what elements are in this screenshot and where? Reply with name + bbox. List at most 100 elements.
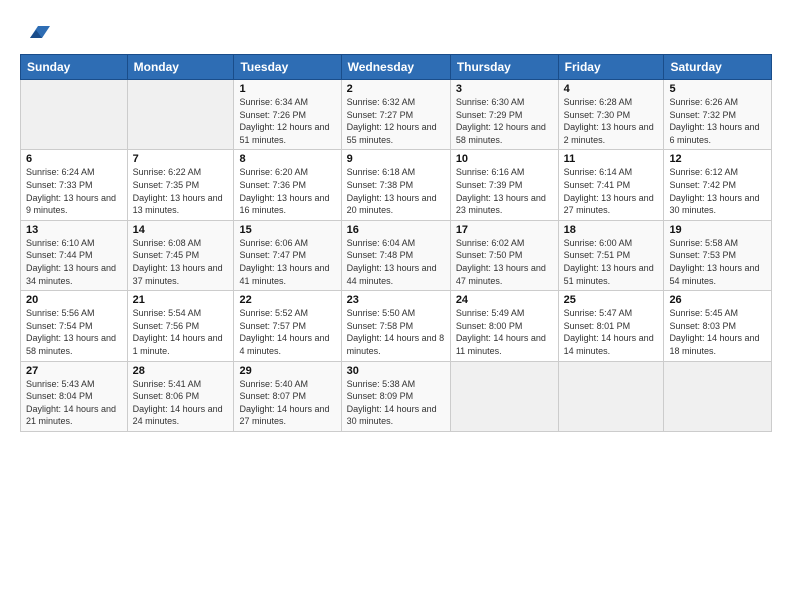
weekday-header-sunday: Sunday: [21, 55, 128, 80]
calendar-cell: 29Sunrise: 5:40 AMSunset: 8:07 PMDayligh…: [234, 361, 341, 431]
day-number: 18: [564, 224, 659, 236]
day-info: Sunrise: 6:32 AMSunset: 7:27 PMDaylight:…: [347, 96, 445, 146]
day-info: Sunrise: 6:00 AMSunset: 7:51 PMDaylight:…: [564, 237, 659, 287]
day-info: Sunrise: 5:47 AMSunset: 8:01 PMDaylight:…: [564, 307, 659, 357]
calendar-cell: 10Sunrise: 6:16 AMSunset: 7:39 PMDayligh…: [450, 150, 558, 220]
week-row-2: 13Sunrise: 6:10 AMSunset: 7:44 PMDayligh…: [21, 220, 772, 290]
calendar-cell: 28Sunrise: 5:41 AMSunset: 8:06 PMDayligh…: [127, 361, 234, 431]
weekday-header-saturday: Saturday: [664, 55, 772, 80]
weekday-header-thursday: Thursday: [450, 55, 558, 80]
day-info: Sunrise: 5:40 AMSunset: 8:07 PMDaylight:…: [239, 378, 335, 428]
day-info: Sunrise: 6:28 AMSunset: 7:30 PMDaylight:…: [564, 96, 659, 146]
calendar-table: SundayMondayTuesdayWednesdayThursdayFrid…: [20, 54, 772, 432]
day-info: Sunrise: 6:18 AMSunset: 7:38 PMDaylight:…: [347, 166, 445, 216]
calendar-cell: 20Sunrise: 5:56 AMSunset: 7:54 PMDayligh…: [21, 291, 128, 361]
calendar-cell: 11Sunrise: 6:14 AMSunset: 7:41 PMDayligh…: [558, 150, 664, 220]
weekday-header-monday: Monday: [127, 55, 234, 80]
day-number: 15: [239, 224, 335, 236]
calendar-cell: 9Sunrise: 6:18 AMSunset: 7:38 PMDaylight…: [341, 150, 450, 220]
day-info: Sunrise: 5:54 AMSunset: 7:56 PMDaylight:…: [133, 307, 229, 357]
calendar-cell: 8Sunrise: 6:20 AMSunset: 7:36 PMDaylight…: [234, 150, 341, 220]
day-number: 5: [669, 83, 766, 95]
calendar-cell: 25Sunrise: 5:47 AMSunset: 8:01 PMDayligh…: [558, 291, 664, 361]
day-number: 27: [26, 365, 122, 377]
week-row-0: 1Sunrise: 6:34 AMSunset: 7:26 PMDaylight…: [21, 80, 772, 150]
day-info: Sunrise: 5:49 AMSunset: 8:00 PMDaylight:…: [456, 307, 553, 357]
calendar-cell: 3Sunrise: 6:30 AMSunset: 7:29 PMDaylight…: [450, 80, 558, 150]
calendar-cell: [450, 361, 558, 431]
calendar-cell: 1Sunrise: 6:34 AMSunset: 7:26 PMDaylight…: [234, 80, 341, 150]
day-info: Sunrise: 6:12 AMSunset: 7:42 PMDaylight:…: [669, 166, 766, 216]
calendar-cell: 26Sunrise: 5:45 AMSunset: 8:03 PMDayligh…: [664, 291, 772, 361]
day-info: Sunrise: 6:34 AMSunset: 7:26 PMDaylight:…: [239, 96, 335, 146]
page: SundayMondayTuesdayWednesdayThursdayFrid…: [0, 0, 792, 612]
day-info: Sunrise: 6:20 AMSunset: 7:36 PMDaylight:…: [239, 166, 335, 216]
day-info: Sunrise: 5:45 AMSunset: 8:03 PMDaylight:…: [669, 307, 766, 357]
calendar-cell: 19Sunrise: 5:58 AMSunset: 7:53 PMDayligh…: [664, 220, 772, 290]
weekday-header-tuesday: Tuesday: [234, 55, 341, 80]
calendar-cell: 23Sunrise: 5:50 AMSunset: 7:58 PMDayligh…: [341, 291, 450, 361]
day-number: 28: [133, 365, 229, 377]
day-info: Sunrise: 6:16 AMSunset: 7:39 PMDaylight:…: [456, 166, 553, 216]
calendar-cell: 30Sunrise: 5:38 AMSunset: 8:09 PMDayligh…: [341, 361, 450, 431]
day-info: Sunrise: 5:38 AMSunset: 8:09 PMDaylight:…: [347, 378, 445, 428]
day-info: Sunrise: 6:06 AMSunset: 7:47 PMDaylight:…: [239, 237, 335, 287]
calendar-cell: 14Sunrise: 6:08 AMSunset: 7:45 PMDayligh…: [127, 220, 234, 290]
calendar-cell: 6Sunrise: 6:24 AMSunset: 7:33 PMDaylight…: [21, 150, 128, 220]
week-row-1: 6Sunrise: 6:24 AMSunset: 7:33 PMDaylight…: [21, 150, 772, 220]
day-info: Sunrise: 6:14 AMSunset: 7:41 PMDaylight:…: [564, 166, 659, 216]
day-number: 1: [239, 83, 335, 95]
calendar-cell: 13Sunrise: 6:10 AMSunset: 7:44 PMDayligh…: [21, 220, 128, 290]
day-number: 2: [347, 83, 445, 95]
day-number: 12: [669, 153, 766, 165]
day-number: 10: [456, 153, 553, 165]
logo-icon: [22, 16, 50, 44]
calendar-cell: 12Sunrise: 6:12 AMSunset: 7:42 PMDayligh…: [664, 150, 772, 220]
calendar-cell: 21Sunrise: 5:54 AMSunset: 7:56 PMDayligh…: [127, 291, 234, 361]
day-info: Sunrise: 6:24 AMSunset: 7:33 PMDaylight:…: [26, 166, 122, 216]
weekday-header-friday: Friday: [558, 55, 664, 80]
day-number: 29: [239, 365, 335, 377]
calendar-cell: [21, 80, 128, 150]
day-info: Sunrise: 6:26 AMSunset: 7:32 PMDaylight:…: [669, 96, 766, 146]
day-number: 14: [133, 224, 229, 236]
day-number: 11: [564, 153, 659, 165]
day-number: 26: [669, 294, 766, 306]
calendar-cell: 22Sunrise: 5:52 AMSunset: 7:57 PMDayligh…: [234, 291, 341, 361]
day-number: 21: [133, 294, 229, 306]
day-number: 20: [26, 294, 122, 306]
day-info: Sunrise: 6:02 AMSunset: 7:50 PMDaylight:…: [456, 237, 553, 287]
day-number: 22: [239, 294, 335, 306]
day-info: Sunrise: 5:56 AMSunset: 7:54 PMDaylight:…: [26, 307, 122, 357]
day-number: 30: [347, 365, 445, 377]
day-number: 25: [564, 294, 659, 306]
calendar-cell: [558, 361, 664, 431]
calendar-cell: 17Sunrise: 6:02 AMSunset: 7:50 PMDayligh…: [450, 220, 558, 290]
day-number: 16: [347, 224, 445, 236]
day-number: 8: [239, 153, 335, 165]
day-info: Sunrise: 6:08 AMSunset: 7:45 PMDaylight:…: [133, 237, 229, 287]
day-number: 13: [26, 224, 122, 236]
week-row-4: 27Sunrise: 5:43 AMSunset: 8:04 PMDayligh…: [21, 361, 772, 431]
day-info: Sunrise: 5:52 AMSunset: 7:57 PMDaylight:…: [239, 307, 335, 357]
calendar-cell: 7Sunrise: 6:22 AMSunset: 7:35 PMDaylight…: [127, 150, 234, 220]
calendar-cell: 4Sunrise: 6:28 AMSunset: 7:30 PMDaylight…: [558, 80, 664, 150]
day-number: 17: [456, 224, 553, 236]
day-number: 3: [456, 83, 553, 95]
calendar-cell: 16Sunrise: 6:04 AMSunset: 7:48 PMDayligh…: [341, 220, 450, 290]
calendar-cell: 5Sunrise: 6:26 AMSunset: 7:32 PMDaylight…: [664, 80, 772, 150]
day-info: Sunrise: 5:43 AMSunset: 8:04 PMDaylight:…: [26, 378, 122, 428]
calendar-cell: 18Sunrise: 6:00 AMSunset: 7:51 PMDayligh…: [558, 220, 664, 290]
calendar-cell: [664, 361, 772, 431]
weekday-header-row: SundayMondayTuesdayWednesdayThursdayFrid…: [21, 55, 772, 80]
day-info: Sunrise: 5:58 AMSunset: 7:53 PMDaylight:…: [669, 237, 766, 287]
day-number: 9: [347, 153, 445, 165]
day-info: Sunrise: 5:50 AMSunset: 7:58 PMDaylight:…: [347, 307, 445, 357]
day-number: 4: [564, 83, 659, 95]
day-number: 24: [456, 294, 553, 306]
day-number: 6: [26, 153, 122, 165]
day-info: Sunrise: 5:41 AMSunset: 8:06 PMDaylight:…: [133, 378, 229, 428]
day-info: Sunrise: 6:10 AMSunset: 7:44 PMDaylight:…: [26, 237, 122, 287]
calendar-cell: 2Sunrise: 6:32 AMSunset: 7:27 PMDaylight…: [341, 80, 450, 150]
day-number: 19: [669, 224, 766, 236]
